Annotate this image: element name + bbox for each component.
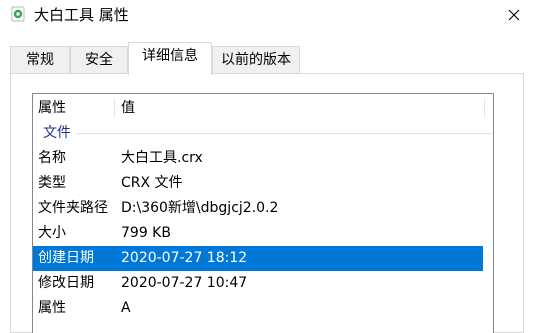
property-name: 名称 bbox=[38, 150, 66, 166]
property-value: CRX 文件 bbox=[121, 175, 183, 191]
close-icon bbox=[508, 9, 520, 21]
column-header-property[interactable]: 属性 bbox=[38, 94, 66, 122]
property-name: 文件夹路径 bbox=[38, 200, 108, 216]
list-row[interactable]: 类型 CRX 文件 bbox=[33, 171, 483, 196]
property-name: 修改日期 bbox=[38, 275, 94, 291]
list-row[interactable]: 名称 大白工具.crx bbox=[33, 146, 483, 171]
group-divider bbox=[77, 133, 493, 134]
list-header: 属性 值 bbox=[33, 94, 493, 122]
list-row[interactable]: 文件夹路径 D:\360新增\dbgjcj2.0.2 bbox=[33, 196, 483, 221]
list-row[interactable]: 修改日期 2020-07-27 10:47 bbox=[33, 271, 483, 296]
property-value: 2020-07-27 10:47 bbox=[121, 275, 248, 291]
property-name: 大小 bbox=[38, 225, 66, 241]
group-header[interactable]: 文件 bbox=[33, 122, 493, 144]
property-value: A bbox=[121, 300, 131, 316]
property-value: 2020-07-27 18:12 bbox=[121, 250, 248, 266]
tab-previous-versions[interactable]: 以前的版本 bbox=[212, 46, 300, 74]
list-row-selected[interactable]: 创建日期 2020-07-27 18:12 bbox=[33, 246, 483, 271]
list-row[interactable]: 属性 A bbox=[33, 296, 483, 321]
tab-details[interactable]: 详细信息 bbox=[128, 42, 212, 75]
tab-general[interactable]: 常规 bbox=[10, 46, 70, 74]
close-button[interactable] bbox=[494, 0, 534, 30]
column-divider[interactable] bbox=[114, 98, 115, 118]
property-name: 类型 bbox=[38, 175, 66, 191]
property-value: D:\360新增\dbgjcj2.0.2 bbox=[121, 200, 279, 216]
app-icon bbox=[11, 6, 25, 22]
property-value: 大白工具.crx bbox=[121, 150, 203, 166]
window-title: 大白工具 属性 bbox=[34, 6, 129, 24]
list-row[interactable]: 大小 799 KB bbox=[33, 221, 483, 246]
property-name: 创建日期 bbox=[38, 250, 94, 266]
title-bar: 大白工具 属性 bbox=[0, 0, 534, 30]
tab-strip: 常规 安全 详细信息 以前的版本 bbox=[0, 42, 534, 75]
column-header-value[interactable]: 值 bbox=[121, 94, 135, 122]
column-divider[interactable] bbox=[484, 98, 485, 118]
tab-security[interactable]: 安全 bbox=[70, 46, 128, 74]
property-value: 799 KB bbox=[121, 225, 171, 241]
property-name: 属性 bbox=[38, 300, 66, 316]
details-list[interactable]: 属性 值 文件 名称 大白工具.crx 类型 CRX 文件 文件夹路径 D:\3… bbox=[32, 93, 494, 333]
group-label: 文件 bbox=[43, 125, 71, 141]
